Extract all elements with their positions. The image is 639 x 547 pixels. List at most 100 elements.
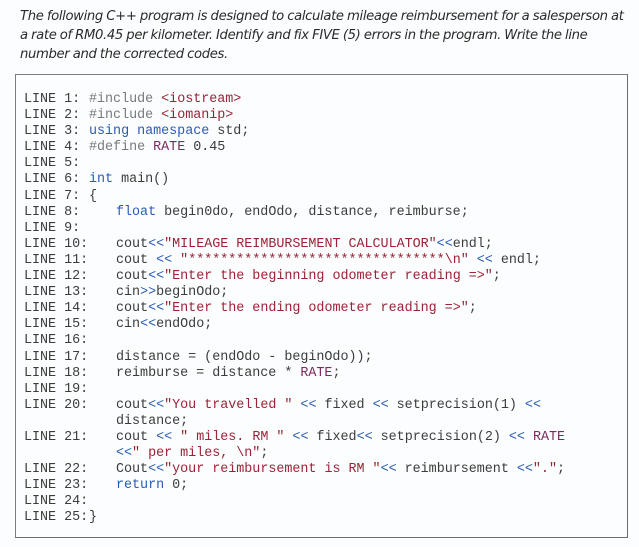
line-source: float begin0do, endOdo, distance, reimbu…: [116, 205, 469, 221]
code-token: ;: [492, 269, 501, 285]
code-token: ;: [332, 365, 341, 381]
line-number-label: LINE 21:: [24, 429, 89, 445]
line-source: #include <iostream>: [89, 92, 241, 108]
keyword-token: using namespace: [89, 124, 210, 140]
code-line: LINE 3: using namespace std;: [24, 124, 565, 140]
operator-token: <<: [356, 429, 373, 445]
code-line: LINE 6: int main(): [24, 172, 565, 188]
line-source: distance = (endOdo - beginOdo));: [116, 350, 373, 366]
line-number-label: LINE 18:: [24, 365, 89, 381]
macro-token: RATE: [153, 140, 186, 156]
operator-token: <<: [148, 397, 165, 413]
code-line: LINE 19:: [24, 382, 565, 398]
string-token: " miles. RM ": [180, 429, 285, 445]
operator-token: <<: [156, 429, 173, 445]
line-source: int main(): [89, 172, 169, 188]
code-token: setprecision(2): [372, 429, 509, 445]
code-token: }: [89, 510, 98, 526]
line-number-label: LINE 2:: [24, 108, 81, 124]
code-line: LINE 4: #define RATE 0.45: [24, 140, 565, 156]
line-source: using namespace std;: [89, 124, 249, 140]
operator-token: <<: [148, 462, 165, 478]
string-token: "your reimbursement is RM ": [164, 462, 381, 478]
string-token: "********************************\n": [180, 252, 469, 268]
line-number-label: LINE 12:: [24, 269, 89, 285]
line-number-label: LINE 14:: [24, 301, 89, 317]
code-line: LINE 20: cout<<"You travelled " << fixed …: [24, 398, 565, 414]
code-line: LINE 22: Cout<<"your reimbursement is RM …: [24, 462, 565, 478]
operator-token: <<: [524, 397, 541, 413]
code-line-continuation: distance;: [24, 414, 565, 430]
string-token: ".": [532, 462, 557, 478]
line-source: #define RATE 0.45: [89, 140, 225, 156]
code-line: LINE 12: cout<<"Enter the beginning odome…: [24, 269, 565, 285]
code-line: LINE 18: reimburse = distance * RATE;: [24, 366, 565, 382]
code-token: endl;: [492, 252, 541, 268]
code-line: LINE 15: cin<<endOdo;: [24, 317, 565, 333]
line-number-label: LINE 7:: [24, 188, 81, 204]
code-line: LINE 5:: [24, 156, 565, 172]
code-line: LINE 23: return 0;: [24, 478, 565, 494]
code-token: 0;: [164, 478, 189, 494]
code-token: setprecision(1): [388, 397, 525, 413]
code-token: distance;: [116, 413, 189, 429]
line-number-label: LINE 23:: [24, 478, 89, 494]
code-token: std;: [209, 124, 250, 140]
operator-token: <<: [148, 301, 165, 317]
code-line: LINE 8: float begin0do, endOdo, distance,…: [24, 205, 565, 221]
operator-token: <<: [436, 236, 453, 252]
line-source: cin>>beginOdo;: [116, 285, 228, 301]
code-token: Cout: [116, 462, 149, 478]
line-source: return 0;: [116, 478, 188, 494]
code-token: begin0do, endOdo, distance, reimburse;: [156, 204, 469, 220]
line-source: cout << "*******************************…: [116, 253, 541, 269]
code-token: cout: [116, 252, 157, 268]
operator-token: <<: [508, 429, 525, 445]
line-number-label: LINE 22:: [24, 462, 89, 478]
code-token: cout: [116, 301, 149, 317]
line-number-label: LINE 4:: [24, 140, 81, 156]
code-token: fixed: [308, 429, 357, 445]
string-token: <iomanip>: [161, 108, 234, 124]
macro-token: RATE: [300, 365, 333, 381]
code-token: cout: [116, 429, 157, 445]
code-listing: LINE 1: #include <iostream> LINE 2: #includ…: [24, 92, 565, 527]
code-line: LINE 7: {: [24, 189, 565, 205]
operator-token: <<: [148, 236, 165, 252]
code-token: reimbursement: [396, 462, 517, 478]
code-token: cin: [116, 285, 141, 301]
line-number-label: LINE 25:: [24, 510, 89, 526]
line-number-label: LINE 3:: [24, 124, 81, 140]
line-number-label: LINE 9:: [24, 220, 81, 236]
code-token: cout: [116, 397, 149, 413]
keyword-token: int: [89, 172, 114, 188]
operator-token: <<: [476, 252, 493, 268]
code-token: {: [89, 188, 98, 204]
line-number-label: LINE 6:: [24, 172, 81, 188]
code-line: LINE 9:: [24, 221, 565, 237]
operator-token: <<: [516, 462, 533, 478]
code-line: LINE 2: #include <iomanip>: [24, 108, 565, 124]
string-token: "Enter the beginning odometer reading =>…: [164, 269, 493, 285]
code-token: 0.45: [185, 140, 226, 156]
line-number-label: LINE 20:: [24, 397, 89, 413]
keyword-token: return: [116, 478, 165, 494]
code-line: LINE 14: cout<<"Enter the ending odometer…: [24, 301, 565, 317]
line-source: reimburse = distance * RATE;: [116, 365, 341, 382]
line-number-label: LINE 19:: [24, 381, 89, 397]
code-token: main(): [113, 172, 170, 188]
code-line: LINE 1: #include <iostream>: [24, 92, 565, 108]
code-token: ;: [556, 462, 565, 478]
code-line: LINE 11: cout << "***********************…: [24, 253, 565, 269]
operator-token: >>: [140, 285, 157, 301]
operator-token: <<: [380, 462, 397, 478]
string-token: "MILEAGE REIMBURSEMENT CALCULATOR": [164, 236, 437, 252]
operator-token: <<: [140, 317, 157, 333]
code-line: LINE 25:}: [24, 510, 565, 526]
line-source: cout << " miles. RM " << fixed<< setprec…: [116, 430, 565, 446]
line-source: cout<<"Enter the ending odometer reading…: [116, 301, 477, 317]
